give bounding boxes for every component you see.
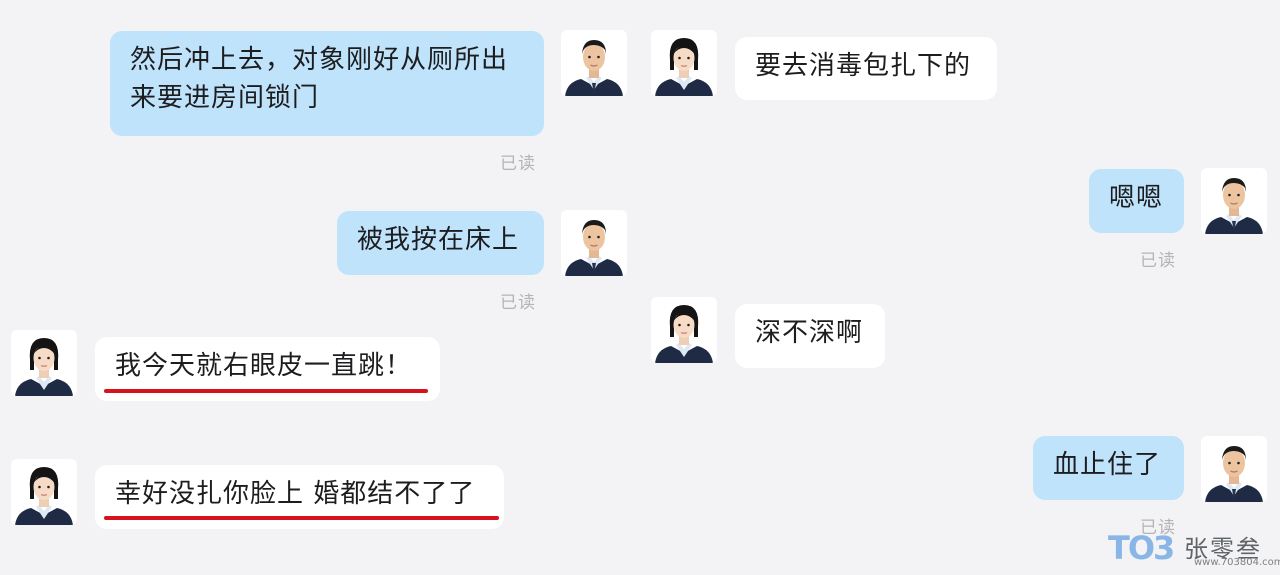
- message-bubble-outgoing[interactable]: 嗯嗯: [1089, 169, 1184, 233]
- watermark-logo-number: 3: [1153, 529, 1175, 567]
- message-text: 深不深啊: [755, 318, 864, 348]
- watermark-logo-text: TO: [1108, 529, 1155, 567]
- message-bubble-incoming[interactable]: 深不深啊: [735, 304, 885, 368]
- male-officer-avatar-icon[interactable]: [1201, 436, 1267, 502]
- watermark-logo: TO3: [1108, 529, 1175, 567]
- female-officer-avatar-icon[interactable]: [651, 297, 717, 363]
- message-bubble-outgoing[interactable]: 被我按在床上: [337, 211, 544, 275]
- message-text: 我今天就右眼皮一直跳！: [115, 351, 413, 381]
- female-officer-avatar-icon[interactable]: [11, 459, 77, 525]
- red-underline-annotation: [104, 389, 428, 393]
- watermark: TO3 张零叁 www.703804.com: [1108, 527, 1280, 571]
- chat-panel-right: 要去消毒包扎下的 嗯嗯 已读 深不深啊 血止住了 已读: [640, 0, 1280, 575]
- female-officer-avatar-icon[interactable]: [11, 330, 77, 396]
- message-bubble-outgoing[interactable]: 血止住了: [1033, 436, 1184, 500]
- female-officer-avatar-icon[interactable]: [651, 30, 717, 96]
- message-text: 被我按在床上: [357, 225, 520, 255]
- message-bubble-incoming[interactable]: 要去消毒包扎下的: [735, 37, 997, 100]
- read-receipt: 已读: [1140, 251, 1176, 271]
- message-text: 血止住了: [1053, 450, 1162, 480]
- read-receipt: 已读: [500, 154, 536, 174]
- male-officer-avatar-icon[interactable]: [1201, 168, 1267, 234]
- message-bubble-outgoing[interactable]: 然后冲上去，对象刚好从厕所出 来要进房间锁门: [110, 31, 544, 136]
- read-receipt: 已读: [500, 293, 536, 313]
- message-text-line: 来要进房间锁门: [130, 83, 320, 113]
- chat-panel-left: 然后冲上去，对象刚好从厕所出 来要进房间锁门 已读 被我按在床上 已读 我今天就…: [0, 0, 640, 575]
- message-text: 幸好没扎你脸上 婚都结不了了: [115, 479, 476, 509]
- message-text: 要去消毒包扎下的: [755, 51, 972, 81]
- male-officer-avatar-icon[interactable]: [561, 210, 627, 276]
- message-text-line: 然后冲上去，对象刚好从厕所出: [130, 45, 509, 75]
- message-text: 嗯嗯: [1109, 183, 1164, 213]
- watermark-url: www.703804.com: [1194, 557, 1280, 568]
- red-underline-annotation: [104, 516, 499, 520]
- male-officer-avatar-icon[interactable]: [561, 30, 627, 96]
